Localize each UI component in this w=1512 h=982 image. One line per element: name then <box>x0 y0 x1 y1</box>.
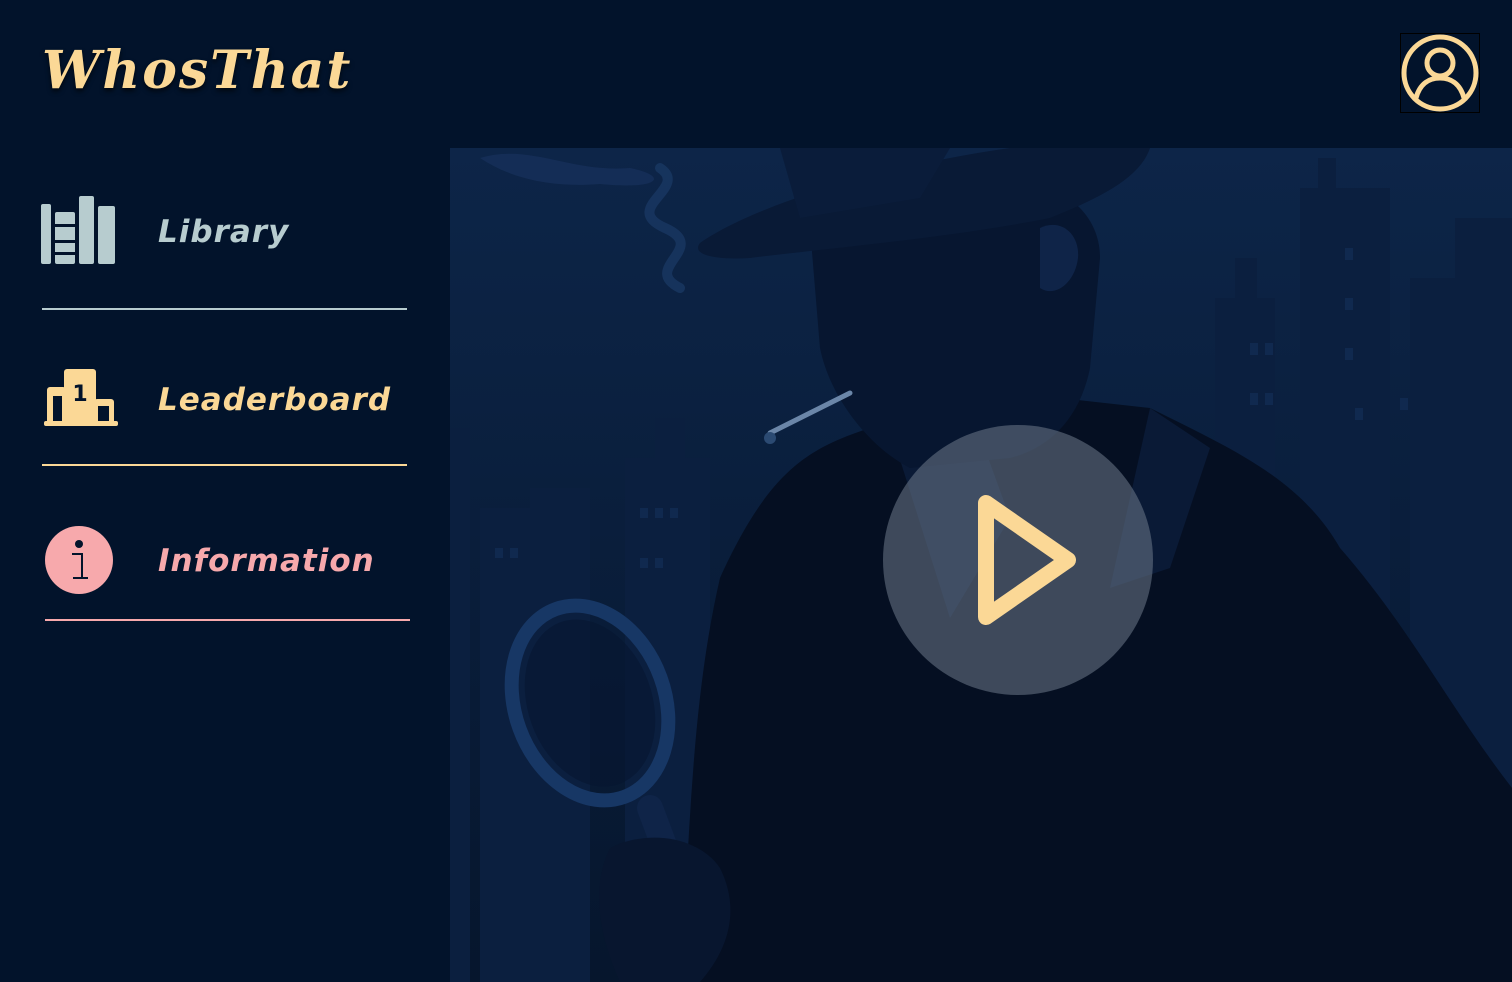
nav-item-library[interactable]: Library <box>40 190 410 315</box>
nav-label-library: Library <box>158 214 290 250</box>
nav-label-leaderboard: Leaderboard <box>158 382 392 418</box>
books-icon <box>41 196 115 264</box>
play-icon <box>978 495 1076 625</box>
nav-label-information: Information <box>158 543 375 579</box>
nav-item-information[interactable]: Information <box>40 520 410 630</box>
nav-divider <box>42 464 407 466</box>
app-root: WhosThat Library 1 Leaderboard Informati… <box>0 0 1512 982</box>
profile-button[interactable] <box>1400 33 1480 113</box>
app-logo[interactable]: WhosThat <box>42 40 352 101</box>
svg-text:1: 1 <box>72 382 87 407</box>
nav-divider <box>42 308 407 310</box>
play-button[interactable] <box>883 425 1153 695</box>
podium-icon: 1 <box>44 369 118 426</box>
info-icon <box>45 526 113 594</box>
user-circle-icon <box>1401 34 1479 112</box>
nav-item-leaderboard[interactable]: 1 Leaderboard <box>40 360 410 470</box>
nav-divider <box>45 619 410 621</box>
